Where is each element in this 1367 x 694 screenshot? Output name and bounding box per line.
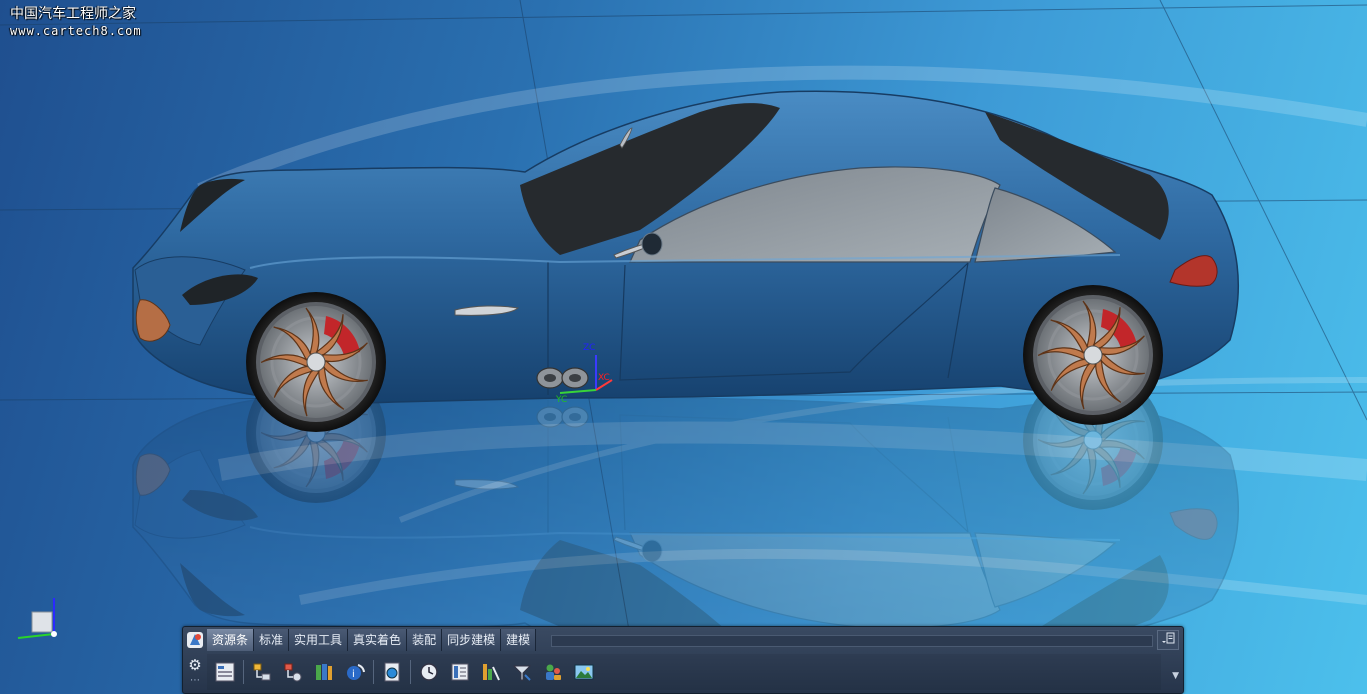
view-triad-icon [17, 598, 57, 639]
tab-synchronous-modeling[interactable]: 同步建模 [442, 629, 502, 651]
tab-utilities[interactable]: 实用工具 [289, 629, 349, 651]
svg-text:i: i [352, 669, 355, 680]
web-browser-icon[interactable] [378, 658, 406, 686]
toolbar-separator [410, 660, 411, 684]
assembly-navigator-icon[interactable] [211, 658, 239, 686]
resource-bar-tabs: 资源条 标准 实用工具 真实着色 装配 同步建模 建模 [207, 629, 537, 651]
axis-label-x: XC [598, 373, 610, 383]
tab-true-shading[interactable]: 真实着色 [348, 629, 408, 651]
tab-modeling[interactable]: 建模 [501, 629, 537, 651]
front-wheel [244, 290, 388, 434]
manufacturing-wizard-icon[interactable] [477, 658, 505, 686]
graphics-viewport[interactable]: ZC XC YC 中国汽车工程师之家 www.cartech8.com [0, 0, 1367, 694]
image-gallery-icon[interactable] [570, 658, 598, 686]
resource-bar-toolbar: 资源条 标准 实用工具 真实着色 装配 同步建模 建模 ⚙ ⋯ i ▼ [182, 626, 1184, 694]
panel-menu-button[interactable] [1157, 630, 1179, 650]
axis-label-y: YC [555, 395, 567, 405]
axis-label-z: ZC [583, 343, 595, 353]
watermark-title: 中国汽车工程师之家 [10, 6, 136, 22]
hd3d-tools-icon[interactable]: i [341, 658, 369, 686]
part-navigator-icon[interactable] [279, 658, 307, 686]
toolbar-left-column: ⚙ ⋯ [185, 653, 205, 691]
panel-menu-icon [1162, 632, 1175, 644]
process-studio-icon[interactable] [446, 658, 474, 686]
tab-standard[interactable]: 标准 [254, 629, 290, 651]
constraint-navigator-icon[interactable] [248, 658, 276, 686]
nx-logo-icon [185, 630, 205, 650]
system-scenes-icon[interactable] [539, 658, 567, 686]
car-model[interactable] [132, 90, 1240, 434]
toolbar-overflow-icon[interactable]: ▼ [1172, 671, 1179, 681]
toolbar-separator [243, 660, 244, 684]
gear-icon[interactable]: ⚙ [185, 653, 205, 677]
tab-assemblies[interactable]: 装配 [407, 629, 443, 651]
resource-tool-row: i [207, 654, 1161, 690]
rear-wheel [1021, 283, 1165, 427]
roles-icon[interactable] [508, 658, 536, 686]
toolbar-separator [373, 660, 374, 684]
reuse-library-icon[interactable] [310, 658, 338, 686]
history-icon[interactable] [415, 658, 443, 686]
watermark-url: www.cartech8.com [10, 24, 142, 38]
watermark: 中国汽车工程师之家 www.cartech8.com [10, 6, 142, 40]
tab-resource-bar[interactable]: 资源条 [207, 629, 255, 651]
tab-strip-filler [551, 635, 1153, 647]
car-model-scene[interactable]: ZC XC YC [0, 0, 1367, 694]
grip-handle[interactable]: ⋯ [185, 676, 205, 686]
